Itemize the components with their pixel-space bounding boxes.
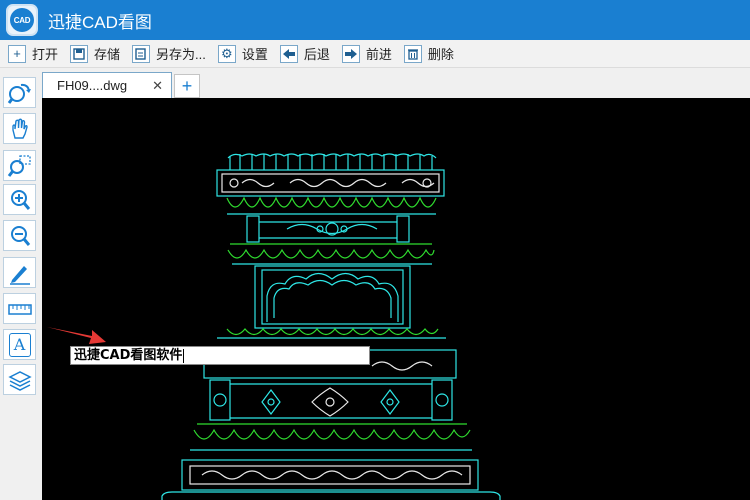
gear-icon: ⚙ (217, 44, 236, 63)
save-label: 存储 (94, 47, 121, 62)
plus-icon: + (8, 44, 26, 63)
back-label: 后退 (303, 47, 330, 62)
zoom-out-button[interactable] (3, 220, 36, 251)
app-title: 迅捷CAD看图 (48, 12, 152, 32)
delete-label: 删除 (427, 47, 454, 62)
layers-button[interactable] (3, 364, 36, 395)
app-logo-text: CAD (10, 8, 34, 32)
text-tool-icon: A (8, 332, 31, 357)
measure-button[interactable] (3, 293, 36, 324)
settings-label: 设置 (241, 47, 268, 62)
text-caret (183, 348, 185, 363)
document-tab-strip: FH09....dwg ✕ + (42, 71, 750, 98)
back-button[interactable]: 后退 (276, 42, 334, 66)
forward-button[interactable]: 前进 (338, 42, 396, 66)
pan-hand-icon (11, 118, 28, 139)
zoom-window-button[interactable] (3, 150, 36, 181)
app-logo: CAD (6, 4, 38, 36)
red-arrow-annotation (47, 327, 106, 344)
undo-zoom-icon (7, 83, 31, 104)
floppy-disk-icon (70, 44, 89, 63)
main-toolbar: + 打开 存储 另存为... ⚙ 设置 后退 前进 删除 (0, 40, 750, 68)
pan-button[interactable] (3, 113, 36, 144)
zoom-in-button[interactable] (3, 184, 36, 215)
measure-ruler-icon (7, 303, 32, 315)
text-tool-button[interactable]: A (3, 329, 36, 360)
annotate-pen-icon (9, 265, 30, 285)
forward-arrow-icon (341, 44, 360, 63)
layers-icon (7, 370, 32, 391)
zoom-out-icon (10, 225, 30, 246)
text-entry-value: 迅捷CAD看图软件 (74, 348, 183, 363)
forward-label: 前进 (365, 47, 392, 62)
drawing-canvas[interactable]: 迅捷CAD看图软件 (42, 98, 750, 500)
tab-label: FH09....dwg (57, 78, 128, 93)
settings-button[interactable]: ⚙ 设置 (214, 42, 272, 66)
open-button[interactable]: + 打开 (4, 42, 62, 66)
delete-button[interactable]: 删除 (400, 42, 458, 66)
close-icon[interactable]: ✕ (152, 78, 163, 94)
title-bar: CAD 迅捷CAD看图 (0, 0, 750, 40)
zoom-window-icon (7, 154, 31, 177)
new-tab-button[interactable]: + (174, 74, 200, 98)
undo-zoom-button[interactable] (3, 77, 36, 108)
save-as-label: 另存为... (156, 47, 206, 62)
annotate-button[interactable] (3, 257, 36, 288)
left-tool-sidebar: A (0, 71, 42, 500)
save-button[interactable]: 存储 (66, 42, 124, 66)
save-as-button[interactable]: 另存为... (128, 42, 210, 66)
save-as-icon (132, 44, 151, 63)
trash-icon (403, 44, 422, 63)
zoom-in-icon (10, 189, 30, 210)
tab-fh09-dwg[interactable]: FH09....dwg ✕ (42, 72, 172, 98)
open-label: 打开 (32, 47, 59, 62)
back-arrow-icon (279, 44, 298, 63)
text-entry-box[interactable]: 迅捷CAD看图软件 (70, 346, 370, 365)
